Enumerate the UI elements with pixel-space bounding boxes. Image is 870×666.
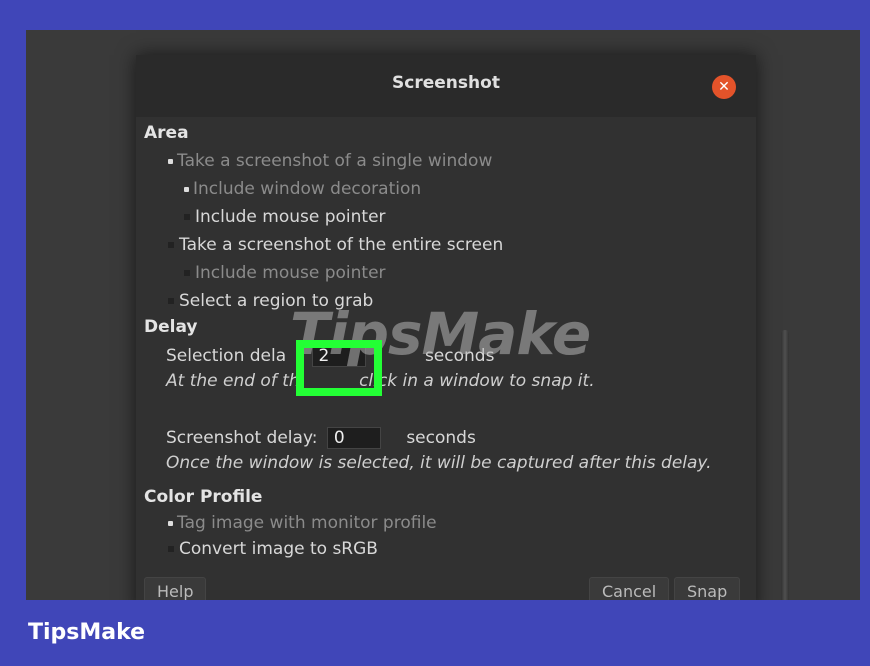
titlebar: Screenshot ✕	[136, 55, 756, 117]
option-tag-image[interactable]: Tag image with monitor profile	[168, 513, 437, 533]
area-heading: Area	[144, 123, 189, 143]
brand-label: TipsMake	[28, 620, 146, 645]
option-include-mouse-pointer-2[interactable]: Include mouse pointer	[184, 263, 386, 283]
checkbox-icon	[184, 186, 189, 192]
radio-bullet-icon	[168, 520, 173, 526]
dialog-title: Screenshot	[392, 73, 500, 93]
radio-bullet-icon	[168, 546, 174, 552]
screenshot-delay-row: Screenshot delay: 0 seconds	[166, 427, 476, 449]
option-single-window[interactable]: Take a screenshot of a single window	[168, 151, 492, 171]
delay-heading: Delay	[144, 317, 198, 337]
color-profile-heading: Color Profile	[144, 487, 263, 507]
selection-highlight	[296, 340, 382, 396]
checkbox-icon	[184, 214, 190, 220]
option-include-window-decoration[interactable]: Include window decoration	[184, 179, 421, 199]
screenshot-delay-input[interactable]: 0	[326, 427, 381, 449]
help-button[interactable]: Help	[144, 577, 207, 600]
close-icon[interactable]: ✕	[712, 75, 736, 99]
radio-bullet-icon	[168, 158, 173, 164]
cancel-button[interactable]: Cancel	[589, 577, 670, 600]
snap-button[interactable]: Snap	[674, 577, 741, 600]
checkbox-icon	[184, 270, 190, 276]
brand-bar: TipsMake	[0, 600, 870, 666]
option-entire-screen[interactable]: Take a screenshot of the entire screen	[168, 235, 503, 255]
radio-bullet-icon	[168, 242, 174, 248]
radio-bullet-icon	[168, 298, 174, 304]
option-include-mouse-pointer-1[interactable]: Include mouse pointer	[184, 207, 386, 227]
option-convert-srgb[interactable]: Convert image to sRGB	[168, 539, 378, 559]
scrollbar[interactable]	[781, 330, 789, 600]
screenshot-delay-hint: Once the window is selected, it will be …	[166, 453, 712, 473]
